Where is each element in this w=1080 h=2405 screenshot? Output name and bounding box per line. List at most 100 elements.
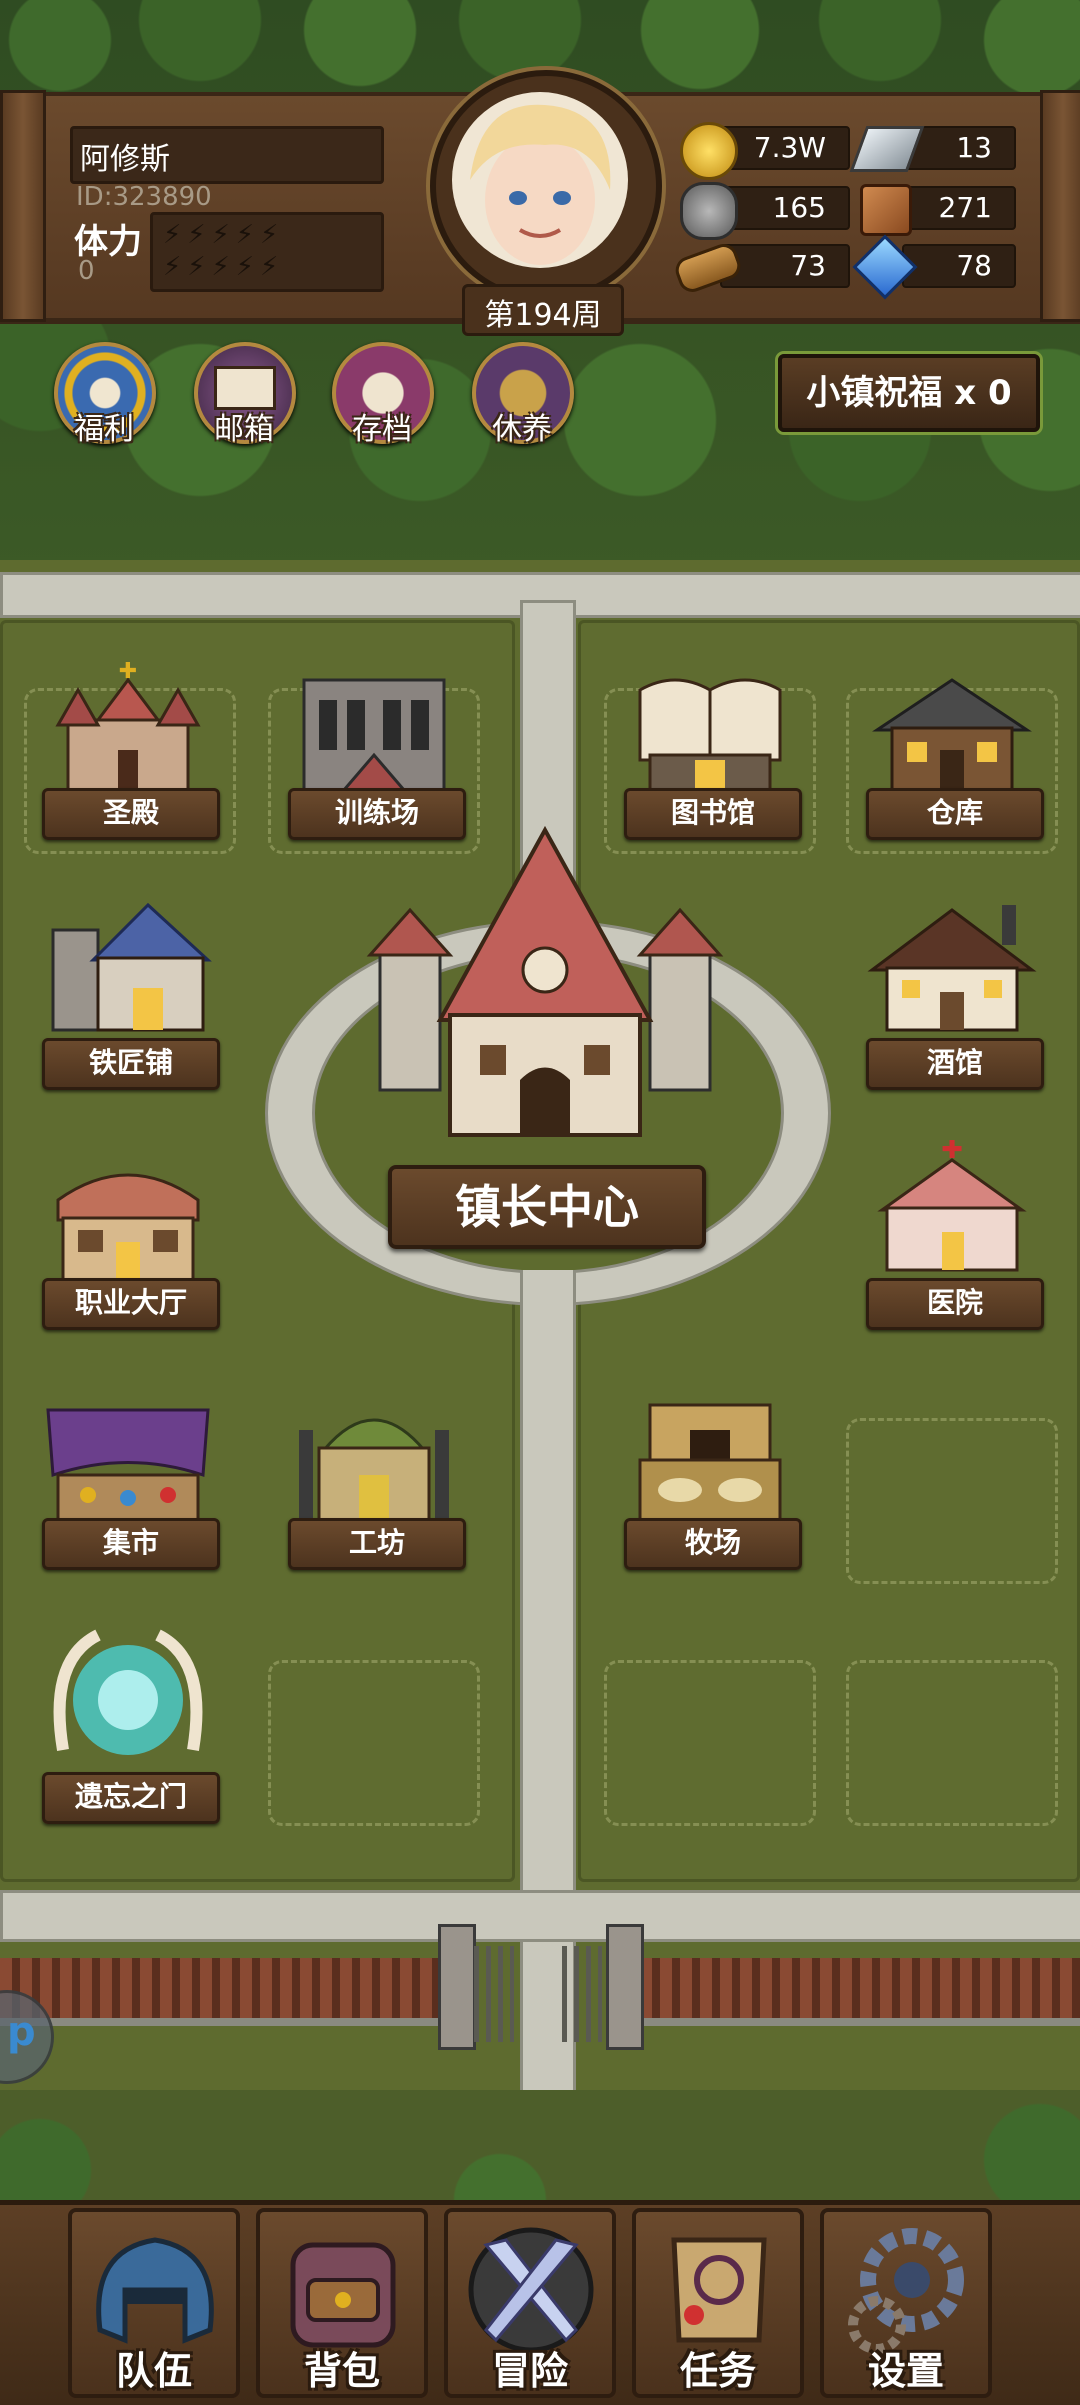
gate-pillar-left <box>438 1924 476 2050</box>
building-warehouse[interactable]: 仓库 <box>862 660 1044 840</box>
quick-button-mailbox[interactable]: 邮箱 <box>184 342 304 452</box>
resource-crystal-value: 78 <box>902 244 1016 288</box>
building-blacksmith[interactable]: 铁匠铺 <box>38 900 220 1090</box>
workshop-icon <box>299 1418 449 1522</box>
holy-hall-label: 圣殿 <box>42 788 220 840</box>
panel-post-right <box>1040 90 1080 322</box>
tab-adventure-label: 冒险 <box>491 2349 568 2393</box>
stone-icon <box>680 182 738 240</box>
tab-backpack-label: 背包 <box>303 2349 380 2393</box>
tab-quest[interactable]: 任务 <box>632 2208 804 2398</box>
empty-plot[interactable] <box>846 1660 1058 1826</box>
town-blessing-button[interactable]: 小镇祝福 x 0 <box>778 354 1040 432</box>
side-floating-button-label: p <box>7 2009 36 2055</box>
resource-crystal: 78 <box>852 234 1016 300</box>
building-hospital[interactable]: ✚ 医院 <box>862 1140 1044 1330</box>
tab-backpack[interactable]: 背包 <box>256 2208 428 2398</box>
ranch-icon <box>638 1403 782 1522</box>
workshop-label: 工坊 <box>288 1518 466 1570</box>
avatar-frame[interactable] <box>430 70 662 302</box>
main-road-inner <box>520 1270 576 1890</box>
quick-button-save-label: 存档 <box>352 412 412 447</box>
quick-button-rest[interactable]: 休养 <box>462 342 582 452</box>
tab-adventure[interactable]: 冒险 <box>444 2208 616 2398</box>
quick-button-rest-label: 休养 <box>492 412 552 447</box>
tab-team[interactable]: 队伍 <box>68 2208 240 2398</box>
portal-label: 遗忘之门 <box>42 1772 220 1824</box>
tab-settings-label: 设置 <box>867 2349 944 2393</box>
svg-text:✚: ✚ <box>941 1140 963 1165</box>
building-holy-hall[interactable]: ✚ 圣殿 <box>38 660 220 840</box>
resource-leather: 271 <box>856 180 1016 236</box>
helmet-icon <box>96 2237 214 2344</box>
portal-icon <box>53 1629 203 1755</box>
crossed-swords-icon <box>468 2227 594 2353</box>
tavern-icon <box>867 905 1037 1032</box>
quick-button-save[interactable]: 存档 <box>322 342 442 452</box>
quick-button-mailbox-label: 邮箱 <box>214 412 274 447</box>
resource-gold-value: 7.3W <box>720 126 850 170</box>
building-library[interactable]: 图书馆 <box>620 660 802 840</box>
town-hall-label: 镇长中心 <box>388 1165 706 1249</box>
holy-hall-icon: ✚ <box>55 660 201 792</box>
gate-door-left <box>474 1946 514 2042</box>
forest-bottom <box>0 2090 1080 2210</box>
building-ranch[interactable]: 牧场 <box>620 1390 802 1570</box>
stamina-lightning-icons: ⚡⚡⚡⚡⚡ ⚡⚡⚡⚡⚡ <box>163 220 285 282</box>
week-label: 第194周 <box>484 298 602 333</box>
blacksmith-label: 铁匠铺 <box>42 1038 220 1090</box>
building-portal[interactable]: 遗忘之门 <box>38 1620 220 1824</box>
library-icon <box>638 678 782 797</box>
player-name: 阿修斯 <box>80 142 170 177</box>
resource-leather-value: 271 <box>902 186 1016 230</box>
fence-right <box>640 1958 1080 2026</box>
building-market[interactable]: 集市 <box>38 1390 220 1570</box>
building-workshop[interactable]: 工坊 <box>284 1390 466 1570</box>
town-blessing-label: 小镇祝福 x 0 <box>806 373 1012 413</box>
hospital-label: 医院 <box>866 1278 1044 1330</box>
warehouse-label: 仓库 <box>866 788 1044 840</box>
fence-left <box>0 1958 440 2026</box>
job-hall-label: 职业大厅 <box>42 1278 220 1330</box>
tab-quest-label: 任务 <box>679 2349 756 2393</box>
warehouse-icon <box>872 678 1032 792</box>
tab-settings[interactable]: 设置 <box>820 2208 992 2398</box>
empty-plot[interactable] <box>604 1660 816 1826</box>
resource-wood: 73 <box>671 238 850 296</box>
gear-icon <box>848 2228 964 2354</box>
ranch-label: 牧场 <box>624 1518 802 1570</box>
job-hall-icon <box>56 1173 200 1282</box>
empty-plot[interactable] <box>846 1418 1058 1584</box>
gate-door-right <box>562 1946 602 2042</box>
panel-post-left <box>0 90 46 322</box>
player-id: ID:323890 <box>76 182 212 212</box>
building-tavern[interactable]: 酒馆 <box>862 900 1044 1090</box>
tavern-label: 酒馆 <box>866 1038 1044 1090</box>
gold-coin-icon <box>680 122 738 180</box>
resource-iron: 13 <box>849 120 1016 176</box>
resource-stone-value: 165 <box>720 186 850 230</box>
quick-button-welfare-label: 福利 <box>74 412 134 447</box>
leather-icon <box>860 184 912 236</box>
stamina-value: 0 <box>78 256 95 286</box>
quick-button-welfare[interactable]: 福利 <box>44 342 164 452</box>
town-hall-icon <box>366 825 724 1137</box>
building-town-hall[interactable]: 镇长中心 <box>360 820 730 1260</box>
tab-team-label: 队伍 <box>115 2349 192 2393</box>
gate-pillar-right <box>606 1924 644 2050</box>
hospital-icon: ✚ <box>877 1140 1027 1272</box>
resource-stone: 165 <box>680 180 850 240</box>
market-label: 集市 <box>42 1518 220 1570</box>
market-icon <box>46 1408 210 1522</box>
stamina-bar: ⚡⚡⚡⚡⚡ ⚡⚡⚡⚡⚡ <box>150 212 384 292</box>
avatar <box>452 92 628 268</box>
building-job-hall[interactable]: 职业大厅 <box>38 1150 220 1330</box>
bottom-road <box>0 1890 1080 1942</box>
resource-gold: 7.3W <box>680 120 850 180</box>
blacksmith-icon <box>51 902 212 1032</box>
building-training-ground[interactable]: 训练场 <box>284 660 466 840</box>
empty-plot[interactable] <box>268 1660 480 1826</box>
backpack-icon <box>290 2242 396 2348</box>
training-ground-icon <box>302 678 446 792</box>
svg-text:✚: ✚ <box>119 660 137 684</box>
